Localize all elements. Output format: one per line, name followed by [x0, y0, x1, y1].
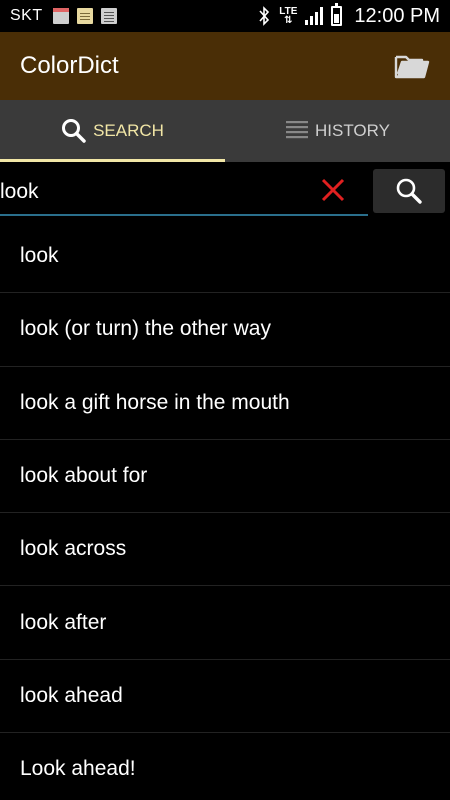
result-list: look look (or turn) the other way look a…	[0, 220, 450, 800]
clear-icon[interactable]	[318, 175, 348, 205]
status-right: LTE ⇅ 12:00 PM	[257, 3, 440, 28]
signal-icon	[305, 7, 324, 25]
search-button[interactable]	[373, 169, 445, 213]
memo-notification-icon	[76, 8, 93, 24]
status-time: 12:00 PM	[354, 4, 440, 27]
tab-bar: SEARCH HISTORY	[0, 100, 450, 162]
list-item[interactable]: look about for	[0, 440, 450, 514]
list-icon	[286, 121, 309, 139]
gallery-notification-icon	[52, 8, 69, 24]
search-row	[0, 162, 450, 220]
status-bar: SKT LTE ⇅ 12:00 PM	[0, 0, 450, 32]
screen: SKT LTE ⇅ 12:00 PM ColorDict SEARCH HIST…	[0, 0, 450, 800]
list-item[interactable]: look ahead	[0, 660, 450, 734]
tab-search-label: SEARCH	[93, 121, 164, 140]
tab-history-label: HISTORY	[315, 121, 390, 140]
search-icon	[62, 119, 86, 143]
note-notification-icon	[100, 8, 117, 24]
app-title: ColorDict	[20, 52, 119, 79]
status-left: SKT	[10, 7, 117, 25]
folder-icon[interactable]	[394, 52, 430, 80]
tab-history[interactable]: HISTORY	[225, 100, 450, 162]
data-arrows-icon: ⇅	[284, 15, 293, 26]
list-item[interactable]: look (or turn) the other way	[0, 293, 450, 367]
bluetooth-icon	[259, 6, 270, 26]
list-item[interactable]: look a gift horse in the mouth	[0, 367, 450, 440]
list-item[interactable]: look	[0, 220, 450, 294]
search-input[interactable]	[0, 170, 368, 216]
battery-icon	[331, 3, 343, 26]
list-item[interactable]: Look ahead!	[0, 733, 450, 800]
list-item[interactable]: look after	[0, 586, 450, 660]
carrier-label: SKT	[10, 7, 43, 24]
list-item[interactable]: look across	[0, 513, 450, 587]
tab-search[interactable]: SEARCH	[0, 100, 225, 162]
app-bar: ColorDict	[0, 32, 450, 100]
magnifier-icon	[396, 178, 422, 204]
lte-icon: LTE ⇅	[279, 7, 297, 26]
